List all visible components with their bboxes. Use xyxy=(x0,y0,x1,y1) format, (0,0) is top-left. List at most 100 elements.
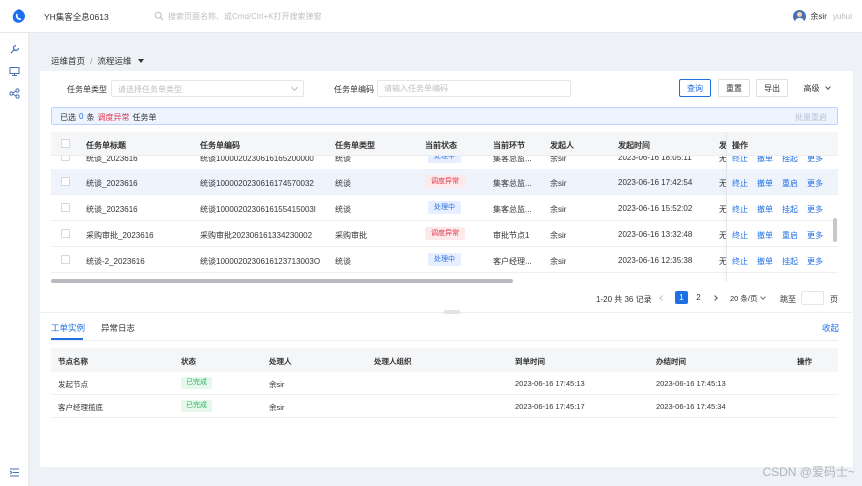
tab-exception-log[interactable]: 异常日志 xyxy=(101,322,135,334)
row-code: 统谈1000020230616155415003l xyxy=(200,205,316,214)
col-type: 任务单类型 xyxy=(335,141,375,150)
global-search[interactable] xyxy=(154,10,454,23)
row-action-link[interactable]: 终止 xyxy=(732,204,748,215)
row-action-link[interactable]: 挂起 xyxy=(782,256,798,267)
task-code-field[interactable] xyxy=(377,80,571,97)
breadcrumb: 运维首页 / 流程运维 xyxy=(51,55,145,67)
row-action-link[interactable]: 终止 xyxy=(732,178,748,189)
table-row[interactable]: 统谈_2023616 统谈1000020230616155415003l 统谈 处理中… xyxy=(51,195,838,221)
row-actions: 终止 撤单 挂起 更多 xyxy=(732,256,823,267)
batch-restart-button[interactable]: 批量重启 xyxy=(795,112,827,123)
task-table: 统谈_2023616 统谈1000020230616165200000 统谈 处理中集… xyxy=(51,132,838,282)
advanced-label: 高级 xyxy=(803,83,820,93)
breadcrumb-separator: / xyxy=(90,56,93,66)
chevron-left-icon[interactable] xyxy=(659,295,665,301)
table-row[interactable]: 统谈-2_2023616 统谈1000020230616123713003O 统谈 处… xyxy=(51,247,838,273)
selection-suffix: 任务单 xyxy=(132,113,157,122)
table-row[interactable]: 统谈_2023616 统谈1000020230616174570032 统谈 调度异常… xyxy=(51,169,838,195)
row-node: 集客总监... xyxy=(493,179,532,188)
row-action-link[interactable]: 撤单 xyxy=(757,230,773,241)
page-2[interactable]: 2 xyxy=(692,291,705,304)
task-type-select[interactable]: 请选择任务单类型 xyxy=(111,80,304,97)
jump-unit: 页 xyxy=(830,295,838,304)
breadcrumb-home[interactable]: 运维首页 xyxy=(51,55,85,67)
table-row[interactable]: 采购审批_2023616 采购审批202306161334230002 采购审批 调度… xyxy=(51,221,838,247)
row-title[interactable]: 采购审批_2023616 xyxy=(86,230,154,241)
row-time: 2023-06-16 17:42:54 xyxy=(618,178,693,187)
watermark: CSDN @爱码士~ xyxy=(762,465,855,479)
col-arrive-time: 到单时间 xyxy=(515,357,545,366)
status-badge: 已完成 xyxy=(181,400,212,412)
menu-collapse-icon[interactable] xyxy=(9,467,20,478)
tabs-divider xyxy=(51,340,838,341)
row-action-link[interactable]: 更多 xyxy=(807,256,823,267)
reset-button[interactable]: 重置 xyxy=(718,79,750,97)
row-type: 统谈 xyxy=(335,179,351,188)
row-action-link[interactable]: 重启 xyxy=(782,178,798,189)
node-handler: 余sir xyxy=(269,380,285,389)
status-badge: 调度异常 xyxy=(425,175,465,188)
row-title[interactable]: 统谈_2023616 xyxy=(86,204,138,215)
row-checkbox[interactable] xyxy=(61,203,70,212)
task-code-input[interactable] xyxy=(378,81,570,96)
query-button[interactable]: 查询 xyxy=(679,79,711,97)
avatar[interactable] xyxy=(793,10,807,23)
task-code-label: 任务单编码 xyxy=(334,85,374,94)
col-node-name: 节点名称 xyxy=(58,357,88,366)
advanced-button[interactable]: 高级 xyxy=(795,79,838,97)
task-type-placeholder: 请选择任务单类型 xyxy=(118,85,182,94)
row-action-link[interactable]: 更多 xyxy=(807,204,823,215)
top-bar: YH集客全息0613 余sir yuhui xyxy=(0,0,862,33)
app-logo-icon[interactable] xyxy=(11,8,27,24)
page-1[interactable]: 1 xyxy=(675,291,688,304)
row-action-link[interactable]: 终止 xyxy=(732,230,748,241)
tab-work-order[interactable]: 工单实例 xyxy=(51,322,85,334)
select-all-checkbox[interactable] xyxy=(61,139,70,148)
row-action-link[interactable]: 更多 xyxy=(807,230,823,241)
search-input[interactable] xyxy=(168,10,448,22)
selection-prefix: 已选 xyxy=(60,113,76,122)
share-nodes-icon[interactable] xyxy=(9,88,20,99)
row-type: 采购审批 xyxy=(335,231,367,240)
breadcrumb-current[interactable]: 流程运维 xyxy=(97,55,131,67)
row-action-link[interactable]: 更多 xyxy=(807,178,823,189)
user-name: 余sir xyxy=(810,12,827,21)
sidebar xyxy=(0,33,29,486)
col-ops: 操作 xyxy=(732,140,768,151)
row-node: 客户经理... xyxy=(493,257,532,266)
row-initiator: 余sir xyxy=(550,231,567,240)
node-arrive-time: 2023-06-16 17:45:17 xyxy=(515,402,585,411)
row-checkbox[interactable] xyxy=(61,229,70,238)
row-action-link[interactable]: 终止 xyxy=(732,256,748,267)
row-action-link[interactable]: 撤单 xyxy=(757,204,773,215)
collapse-button[interactable]: 收起 xyxy=(822,322,839,334)
col-node-status: 状态 xyxy=(181,357,196,366)
page-size-select[interactable]: 20 条/页 xyxy=(730,291,771,305)
caret-down-icon[interactable] xyxy=(138,59,145,63)
row-action-link[interactable]: 重启 xyxy=(782,230,798,241)
table-horizontal-scrollbar[interactable] xyxy=(51,279,513,283)
row-checkbox[interactable] xyxy=(61,177,70,186)
jump-input[interactable] xyxy=(801,291,824,305)
monitor-icon[interactable] xyxy=(9,66,20,77)
row-action-link[interactable]: 撤单 xyxy=(757,178,773,189)
row-action-link[interactable]: 撤单 xyxy=(757,256,773,267)
col-title: 任务单标题 xyxy=(86,141,126,150)
row-type: 统谈 xyxy=(335,257,351,266)
node-row: 发起节点 已完成 余sir 2023-06-16 17:45:13 2023-06-16… xyxy=(51,372,838,395)
row-title[interactable]: 统谈-2_2023616 xyxy=(86,256,145,267)
export-button[interactable]: 导出 xyxy=(756,79,788,97)
row-title[interactable]: 统谈_2023616 xyxy=(86,178,138,189)
resize-handle[interactable] xyxy=(444,310,460,314)
status-badge: 已完成 xyxy=(181,377,212,389)
selection-bar: 已选 0 条 调度异常 任务单 批量重启 xyxy=(51,107,838,125)
row-actions: 终止 撤单 重启 更多 xyxy=(732,230,823,241)
table-vertical-scrollbar[interactable] xyxy=(833,218,837,242)
row-action-link[interactable]: 挂起 xyxy=(782,204,798,215)
wrench-icon[interactable] xyxy=(9,44,20,55)
row-checkbox[interactable] xyxy=(61,255,70,264)
user-menu[interactable]: 余sir yuhui xyxy=(793,9,852,24)
chevron-right-icon[interactable] xyxy=(712,295,718,301)
row-code: 统谈1000020230616174570032 xyxy=(200,179,314,188)
row-node: 审批节点1 xyxy=(493,231,530,240)
